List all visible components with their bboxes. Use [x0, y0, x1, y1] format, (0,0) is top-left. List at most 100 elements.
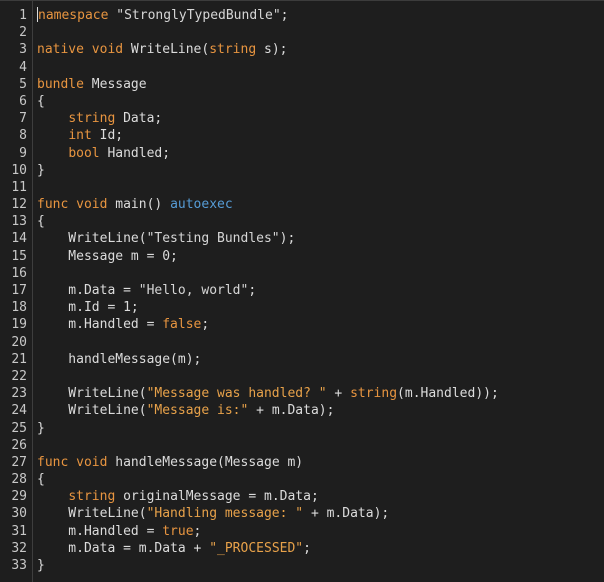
code-token: native: [37, 42, 84, 58]
code-line[interactable]: func void main() autoexec: [37, 196, 604, 213]
line-number: 13: [11, 214, 27, 230]
code-line[interactable]: m.Data = m.Data + "_PROCESSED";: [37, 540, 604, 557]
line-number: 28: [11, 472, 27, 488]
code-token: =: [123, 283, 131, 298]
line-number-gutter: 1 2 3 4 5 6 7 8 9 10 11 12 13 14 15 16 17 18 19 20 21 22 23 24 2…: [0, 7, 27, 574]
code-line[interactable]: }: [37, 420, 604, 437]
code-token: int: [68, 128, 92, 144]
code-token: {: [37, 472, 45, 488]
code-line[interactable]: Message m = 0;: [37, 248, 604, 265]
code-token: Id;: [91, 128, 124, 144]
code-line[interactable]: }: [37, 162, 604, 179]
code-token: Data;: [115, 111, 163, 127]
code-line[interactable]: [37, 179, 604, 196]
code-line[interactable]: bundle Message: [37, 76, 604, 93]
line-number: 22: [11, 368, 27, 384]
line-number: 11: [11, 179, 27, 195]
line-number: 1: [19, 8, 27, 23]
code-token: }: [37, 162, 45, 178]
code-line[interactable]: WriteLine("Handling message: " + m.Data)…: [37, 505, 604, 522]
code-token: "Message is:": [146, 403, 249, 419]
code-token: ;: [248, 283, 257, 298]
code-line[interactable]: m.Handled = true;: [37, 523, 604, 540]
code-token: m.Data);: [326, 506, 390, 522]
code-line[interactable]: {: [37, 93, 604, 110]
code-line[interactable]: WriteLine("Message was handled? " + stri…: [37, 385, 604, 402]
code-line[interactable]: bool Handled;: [37, 145, 604, 162]
code-line[interactable]: [37, 437, 604, 454]
line-number: 5: [19, 76, 27, 92]
code-token: +: [248, 403, 272, 419]
code-token: WriteLine(: [37, 403, 147, 419]
code-token: );: [279, 231, 296, 247]
code-token: "Testing Bundles": [146, 231, 280, 247]
code-editor[interactable]: 1 2 3 4 5 6 7 8 9 10 11 12 13 14 15 16 17 18 19 20 21 22 23 24 2…: [0, 0, 604, 582]
code-token: WriteLine(: [37, 386, 147, 402]
code-token: m.Data);: [271, 403, 335, 419]
code-line[interactable]: WriteLine("Testing Bundles");: [37, 230, 604, 247]
code-line[interactable]: namespace "StronglyTypedBundle";: [37, 7, 604, 24]
code-line[interactable]: int Id;: [37, 127, 604, 144]
code-line[interactable]: WriteLine("Message is:" + m.Data);: [37, 402, 604, 419]
code-area[interactable]: namespace "StronglyTypedBundle"; native v…: [37, 7, 604, 574]
code-line[interactable]: string originalMessage = m.Data;: [37, 488, 604, 505]
line-number: 17: [11, 283, 27, 298]
code-token: WriteLine(: [123, 42, 210, 58]
code-token: m.Data: [37, 283, 124, 298]
line-number: 18: [11, 300, 27, 316]
code-line[interactable]: [37, 24, 604, 41]
code-token: string: [350, 386, 398, 402]
line-number: 29: [11, 489, 27, 505]
code-line[interactable]: func void handleMessage(Message m): [37, 454, 604, 471]
code-line[interactable]: m.Data = "Hello, world";: [37, 282, 604, 299]
gutter-divider: [32, 1, 33, 582]
line-number: 32: [11, 540, 27, 556]
code-token: ;: [303, 540, 311, 556]
code-line[interactable]: [37, 265, 604, 282]
code-line[interactable]: m.Id = 1;: [37, 299, 604, 316]
code-token: m.Handled: [37, 317, 147, 333]
code-line[interactable]: {: [37, 471, 604, 488]
line-number: 8: [19, 128, 27, 144]
code-token: Message: [83, 76, 147, 92]
code-token: func: [37, 197, 69, 213]
line-number: 21: [11, 351, 27, 367]
code-line[interactable]: [37, 59, 604, 76]
code-token: (m.Handled));: [397, 386, 499, 402]
code-token: void: [91, 42, 124, 58]
code-line[interactable]: m.Handled = false;: [37, 316, 604, 333]
line-number: 14: [11, 231, 27, 247]
code-line[interactable]: [37, 368, 604, 385]
code-token: originalMessage: [115, 489, 249, 505]
line-number: 19: [11, 317, 27, 333]
code-token: +: [303, 506, 327, 522]
code-line[interactable]: {: [37, 213, 604, 230]
code-line[interactable]: string Data;: [37, 110, 604, 127]
code-token: =: [123, 540, 131, 556]
line-number: 24: [11, 403, 27, 419]
line-number: 2: [19, 25, 27, 41]
code-token: "Handling message: ": [146, 506, 304, 522]
code-line[interactable]: handleMessage(m);: [37, 351, 604, 368]
code-token: "StronglyTypedBundle": [116, 8, 281, 23]
code-line[interactable]: native void WriteLine(string s);: [37, 41, 604, 58]
line-number: 30: [11, 506, 27, 522]
code-token: {: [37, 214, 45, 230]
code-token: }: [37, 558, 45, 573]
code-token: void: [76, 197, 108, 213]
line-number: 15: [11, 248, 27, 264]
code-token: func: [37, 454, 69, 470]
code-token: ;: [193, 523, 202, 539]
code-line[interactable]: }: [37, 557, 604, 574]
line-number: 7: [19, 111, 27, 127]
code-line[interactable]: [37, 334, 604, 351]
code-token: ;: [280, 8, 289, 23]
code-token: autoexec: [170, 197, 233, 213]
code-token: bool: [68, 145, 100, 161]
